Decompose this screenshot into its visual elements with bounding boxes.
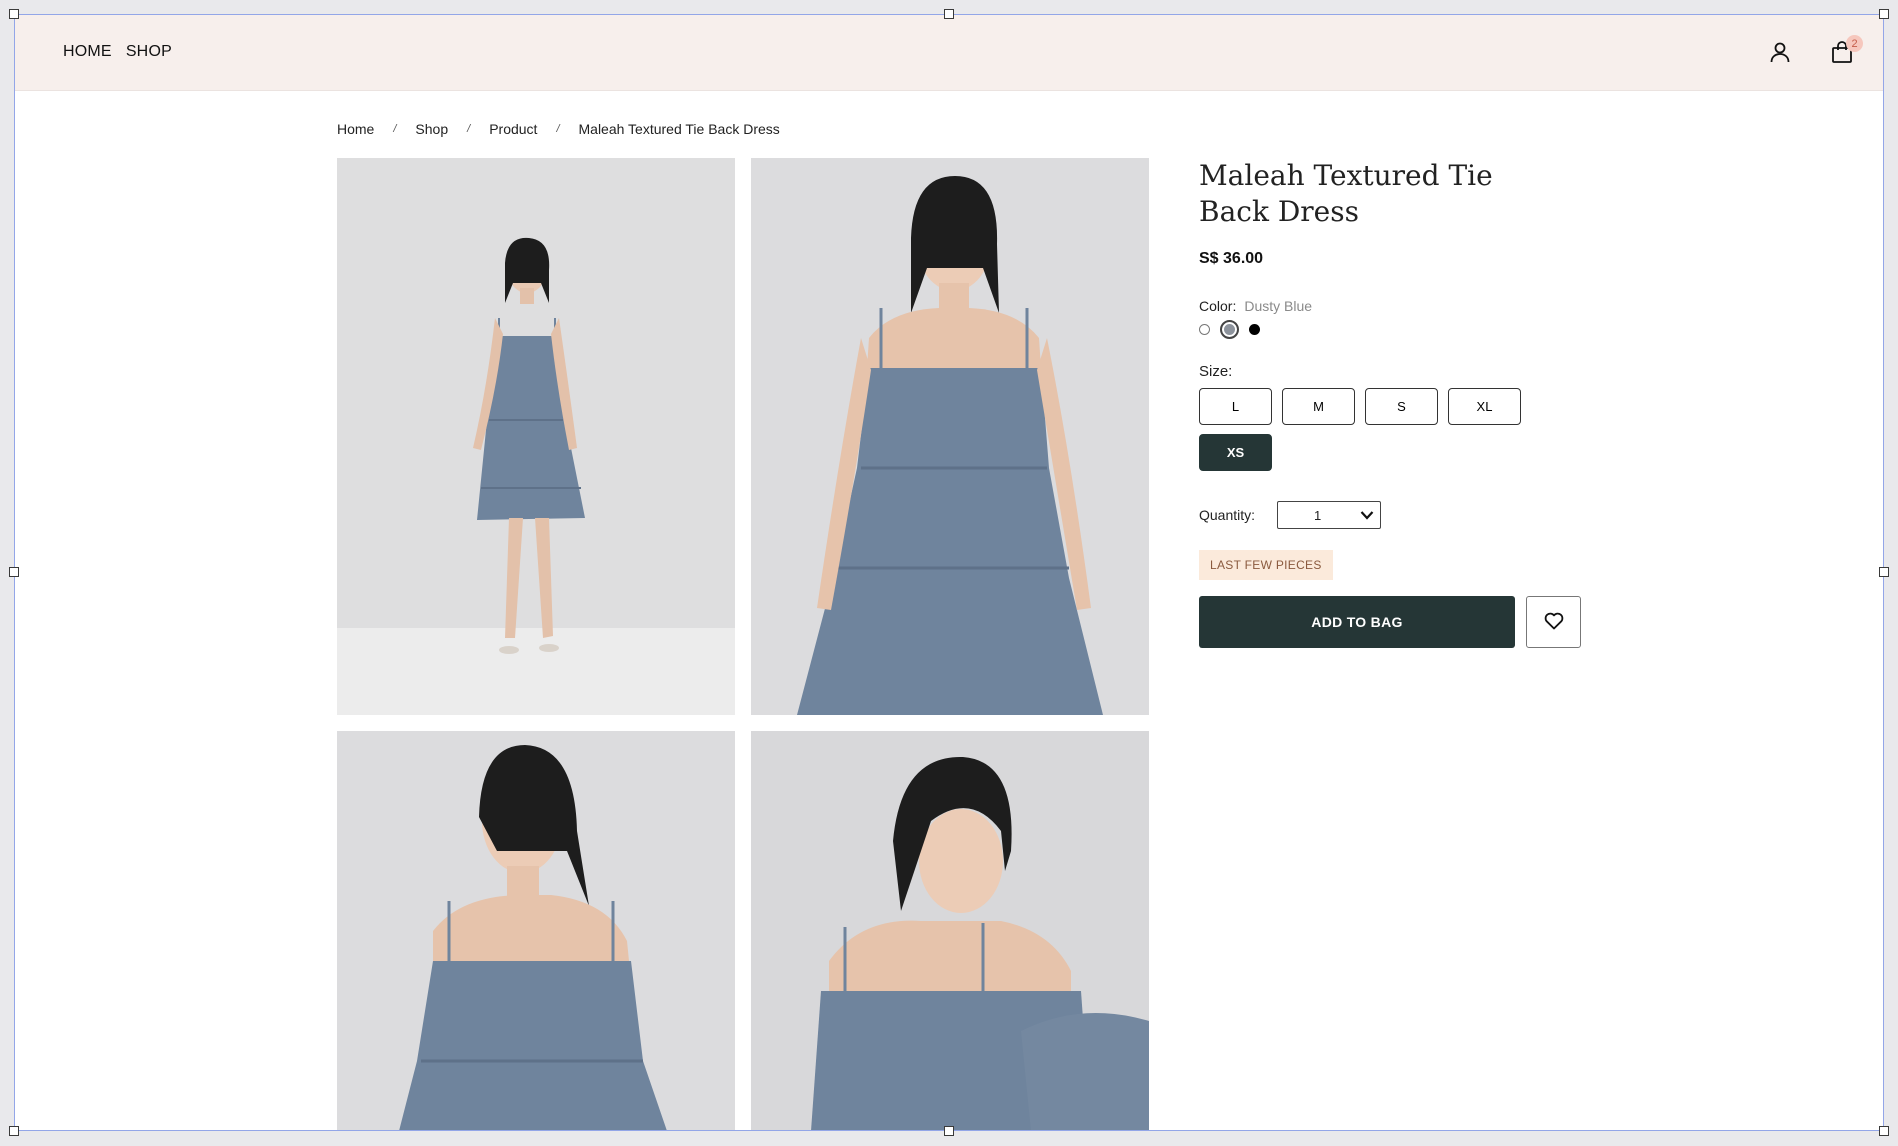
swatch-white[interactable] (1199, 324, 1210, 335)
size-label: Size: (1199, 363, 1233, 380)
cart-icon[interactable]: 2 (1827, 35, 1863, 67)
resize-handle-bottom[interactable] (944, 1126, 954, 1136)
quantity-row: Quantity: 1 (1199, 501, 1599, 529)
quantity-select[interactable]: 1 (1277, 501, 1382, 529)
product-photo-detail-right[interactable] (751, 731, 1149, 1130)
resize-handle-right[interactable] (1879, 567, 1889, 577)
header-icons: 2 (1765, 35, 1863, 67)
product-photo-detail-left[interactable] (337, 731, 735, 1130)
wishlist-button[interactable] (1526, 596, 1581, 648)
cta-row: ADD TO BAG (1199, 596, 1599, 648)
breadcrumb-separator: / (393, 123, 397, 135)
heart-icon (1544, 612, 1564, 633)
resize-handle-bottom-left[interactable] (9, 1126, 19, 1136)
breadcrumb-home[interactable]: Home (337, 121, 374, 137)
stock-status-badge: LAST FEW PIECES (1199, 550, 1333, 580)
site-header: HOME SHOP 2 (15, 15, 1883, 91)
size-option-s[interactable]: S (1365, 388, 1438, 425)
breadcrumb-separator: / (467, 123, 471, 135)
product-info: Maleah Textured Tie Back Dress S$ 36.00 … (1199, 158, 1599, 648)
color-row: Color: Dusty Blue (1199, 298, 1599, 314)
product-photo-front[interactable] (751, 158, 1149, 715)
color-selected-value: Dusty Blue (1244, 298, 1313, 314)
quantity-label: Quantity: (1199, 507, 1256, 523)
breadcrumb: Home / Shop / Product / Maleah Textured … (337, 121, 780, 137)
resize-handle-top-left[interactable] (9, 9, 19, 19)
breadcrumb-current: Maleah Textured Tie Back Dress (578, 121, 780, 137)
quantity-value: 1 (1314, 507, 1322, 523)
add-to-bag-button[interactable]: ADD TO BAG (1199, 596, 1515, 648)
main-nav: HOME SHOP (63, 43, 172, 61)
nav-home-link[interactable]: HOME (63, 43, 112, 61)
size-option-xl[interactable]: XL (1448, 388, 1521, 425)
breadcrumb-product[interactable]: Product (489, 121, 537, 137)
cart-count-badge: 2 (1846, 35, 1863, 52)
size-option-m[interactable]: M (1282, 388, 1355, 425)
size-option-xs[interactable]: XS (1199, 434, 1272, 471)
product-photo-full-body[interactable] (337, 158, 735, 715)
size-options: L M S XL XS (1199, 388, 1539, 471)
editor-canvas: HOME SHOP 2 Home / Shop / Product / Male… (14, 14, 1884, 1131)
resize-handle-top-right[interactable] (1879, 9, 1889, 19)
nav-shop-link[interactable]: SHOP (126, 43, 172, 61)
product-price: S$ 36.00 (1199, 250, 1264, 267)
product-title: Maleah Textured Tie Back Dress (1199, 159, 1493, 228)
account-icon[interactable] (1765, 37, 1795, 67)
breadcrumb-shop[interactable]: Shop (415, 121, 448, 137)
breadcrumb-separator: / (556, 123, 560, 135)
resize-handle-top[interactable] (944, 9, 954, 19)
swatch-dusty-blue[interactable] (1220, 320, 1239, 339)
color-swatches (1199, 320, 1599, 339)
color-label: Color: (1199, 298, 1237, 314)
resize-handle-bottom-right[interactable] (1879, 1126, 1889, 1136)
resize-handle-left[interactable] (9, 567, 19, 577)
swatch-black[interactable] (1249, 324, 1260, 335)
size-option-l[interactable]: L (1199, 388, 1272, 425)
chevron-down-icon (1360, 508, 1374, 523)
